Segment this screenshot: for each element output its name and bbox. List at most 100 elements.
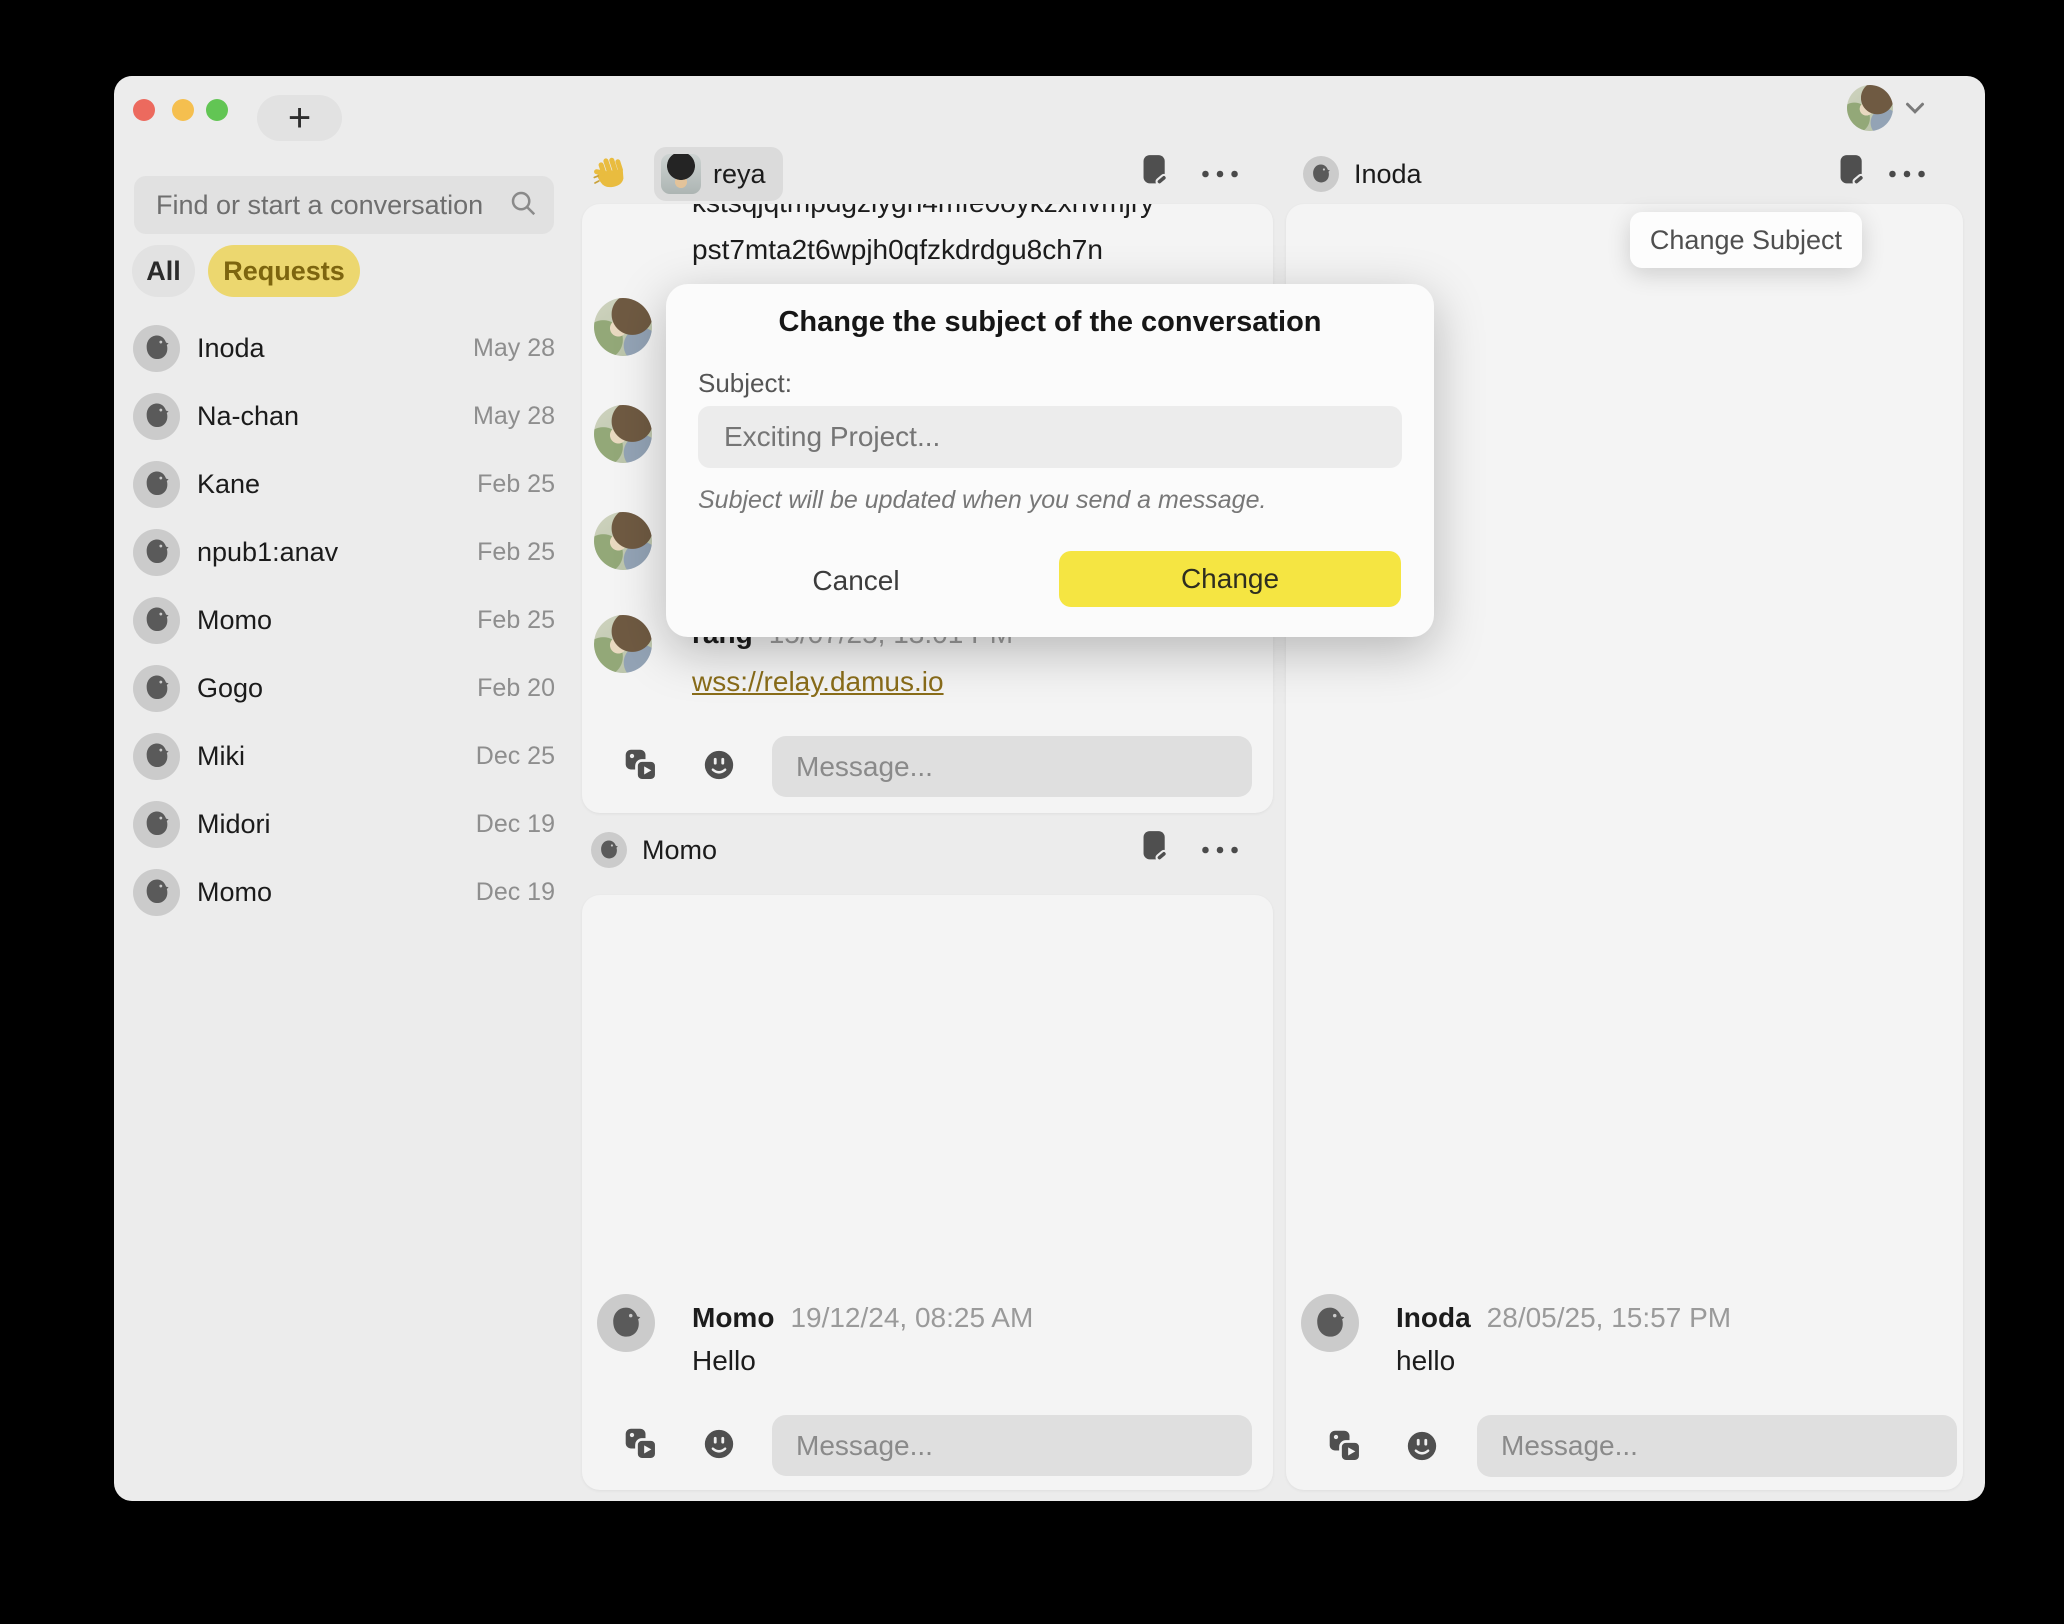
emoji-picker-icon[interactable]: [702, 1427, 736, 1466]
reya-avatar: [661, 154, 701, 194]
minimize-window-button[interactable]: [172, 99, 194, 121]
attach-media-icon[interactable]: [1327, 1428, 1363, 1469]
avatar: [133, 733, 180, 780]
conversation-list: Inoda May 28 Na-chan May 28 Kane Feb 25 …: [133, 314, 563, 926]
cancel-button[interactable]: Cancel: [776, 553, 936, 609]
new-tab-button[interactable]: +: [257, 95, 342, 141]
avatar: [133, 869, 180, 916]
conversation-date: Feb 25: [477, 606, 555, 635]
conversation-name: Na-chan: [197, 401, 299, 432]
emoji-picker-icon[interactable]: [1405, 1429, 1439, 1468]
conversation-name: Momo: [197, 605, 272, 636]
message-input[interactable]: [772, 736, 1252, 797]
conversation-date: Dec 19: [476, 878, 555, 907]
filter-requests-button[interactable]: Requests: [208, 245, 360, 297]
message-header: Momo 19/12/24, 08:25 AM: [692, 1302, 1033, 1334]
npub-line: pst7mta2t6wpjh0qfzkdrdgu8ch7n: [692, 234, 1103, 266]
avatar: [133, 801, 180, 848]
message-input[interactable]: [1477, 1415, 1957, 1477]
conversation-row[interactable]: Kane Feb 25: [133, 450, 563, 518]
conversation-row[interactable]: Momo Dec 19: [133, 858, 563, 926]
conversation-date: Feb 25: [477, 470, 555, 499]
avatar: [133, 393, 180, 440]
change-subject-dialog: Change the subject of the conversation S…: [666, 284, 1434, 637]
message-timestamp: 19/12/24, 08:25 AM: [790, 1302, 1033, 1334]
app-window: + All Requests Inoda May 28 Na-chan May …: [114, 76, 1985, 1501]
close-window-button[interactable]: [133, 99, 155, 121]
conversation-row[interactable]: npub1:anav Feb 25: [133, 518, 563, 586]
more-options-icon[interactable]: [1887, 166, 1927, 184]
subject-label: Subject:: [698, 368, 792, 399]
search-bar: [134, 176, 554, 234]
change-subject-icon[interactable]: [1140, 829, 1170, 870]
avatar: [594, 512, 652, 570]
conversation-name: Miki: [197, 741, 245, 772]
search-input[interactable]: [154, 189, 508, 222]
chevron-down-icon[interactable]: [1900, 93, 1930, 128]
conversation-date: May 28: [473, 334, 555, 363]
conversation-row[interactable]: Na-chan May 28: [133, 382, 563, 450]
avatar: [133, 325, 180, 372]
peer-name: reya: [713, 159, 766, 190]
conversation-row[interactable]: Inoda May 28: [133, 314, 563, 382]
subject-input[interactable]: [698, 406, 1402, 468]
more-options-icon[interactable]: [1200, 166, 1240, 184]
conversation-name: Momo: [197, 877, 272, 908]
plus-icon: +: [288, 96, 311, 141]
relay-link[interactable]: wss://relay.damus.io: [692, 666, 944, 698]
message-input[interactable]: [772, 1415, 1252, 1476]
avatar: [597, 1294, 655, 1352]
change-subject-icon[interactable]: [1140, 153, 1170, 194]
more-options-icon[interactable]: [1200, 842, 1240, 860]
conversation-date: Feb 20: [477, 674, 555, 703]
conversation-name: Midori: [197, 809, 271, 840]
change-subject-tooltip: Change Subject: [1630, 212, 1862, 268]
chat-title: Momo: [642, 835, 717, 866]
avatar: [1301, 1294, 1359, 1352]
sender-name: Momo: [692, 1302, 774, 1334]
wave-emoji: [591, 153, 631, 198]
attach-media-icon[interactable]: [623, 747, 659, 788]
conversation-name: npub1:anav: [197, 537, 338, 568]
chat-panel-momo: Momo 19/12/24, 08:25 AM Hello: [582, 895, 1273, 1490]
avatar: [591, 832, 627, 868]
attach-media-icon[interactable]: [623, 1426, 659, 1467]
npub-line-clipped: kstsqjqtmpdgzlygh4mfe0oykzxhvmjry: [692, 204, 1154, 219]
avatar: [133, 529, 180, 576]
conversation-date: Feb 25: [477, 538, 555, 567]
zoom-window-button[interactable]: [206, 99, 228, 121]
message-text: Hello: [692, 1345, 756, 1377]
conversation-name: Kane: [197, 469, 260, 500]
filter-all-button[interactable]: All: [132, 245, 195, 297]
avatar: [133, 665, 180, 712]
emoji-picker-icon[interactable]: [702, 748, 736, 787]
conversation-row[interactable]: Momo Feb 25: [133, 586, 563, 654]
message-header: Inoda 28/05/25, 15:57 PM: [1396, 1302, 1731, 1334]
screen: + All Requests Inoda May 28 Na-chan May …: [0, 0, 2064, 1624]
peer-chip-reya[interactable]: reya: [654, 147, 783, 201]
conversation-row[interactable]: Midori Dec 19: [133, 790, 563, 858]
conversation-name: Inoda: [197, 333, 265, 364]
change-subject-icon[interactable]: [1837, 153, 1867, 194]
message-timestamp: 28/05/25, 15:57 PM: [1487, 1302, 1731, 1334]
avatar: [594, 298, 652, 356]
conversation-row[interactable]: Gogo Feb 20: [133, 654, 563, 722]
conversation-name: Gogo: [197, 673, 263, 704]
search-icon: [508, 188, 538, 223]
message-text: hello: [1396, 1345, 1455, 1377]
dialog-title: Change the subject of the conversation: [666, 306, 1434, 339]
avatar: [133, 597, 180, 644]
conversation-row[interactable]: Miki Dec 25: [133, 722, 563, 790]
conversation-date: Dec 25: [476, 742, 555, 771]
chat-title: Inoda: [1354, 159, 1422, 190]
conversation-date: May 28: [473, 402, 555, 431]
sender-name: Inoda: [1396, 1302, 1471, 1334]
subject-helper-text: Subject will be updated when you send a …: [698, 486, 1266, 515]
change-button[interactable]: Change: [1059, 551, 1401, 607]
avatar: [1303, 156, 1339, 192]
conversation-date: Dec 19: [476, 810, 555, 839]
avatar: [133, 461, 180, 508]
account-avatar[interactable]: [1847, 85, 1893, 131]
avatar: [594, 615, 652, 673]
avatar: [594, 405, 652, 463]
